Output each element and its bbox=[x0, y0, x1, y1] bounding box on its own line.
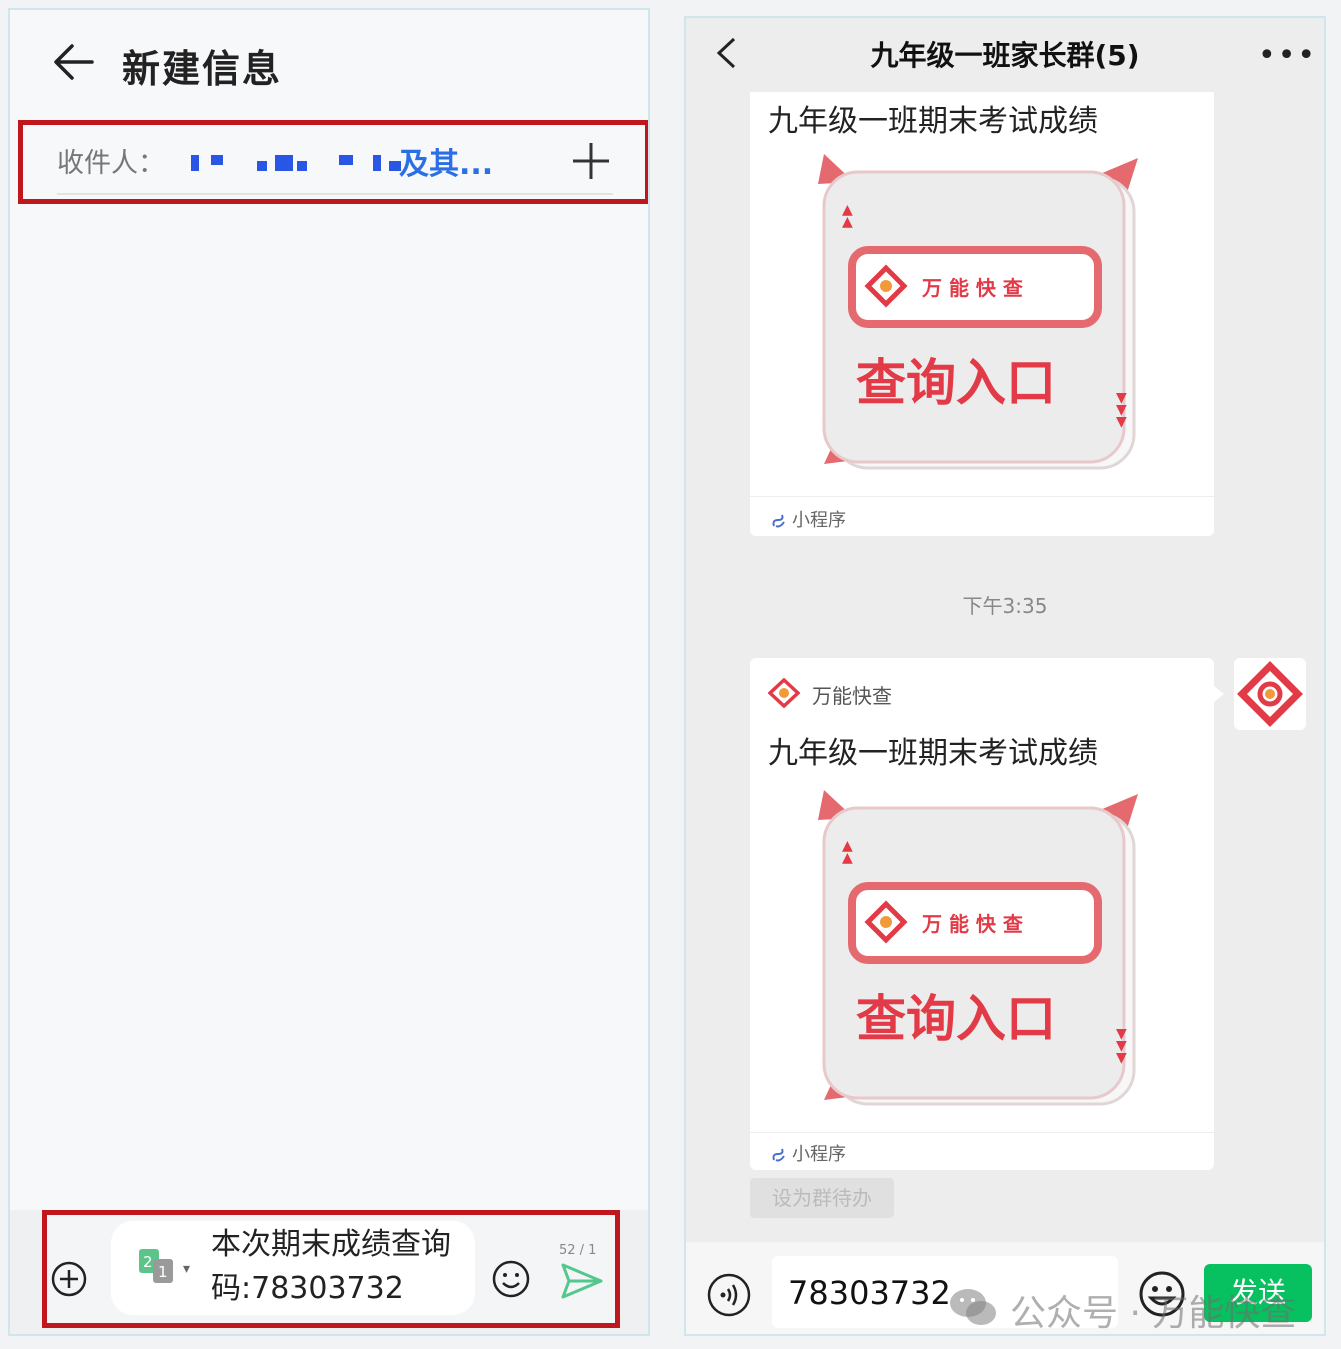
divider bbox=[57, 193, 613, 195]
watermark-text: 公众号 · 万能快查 bbox=[1010, 1293, 1297, 1334]
avatar[interactable] bbox=[1234, 658, 1306, 730]
svg-text:▼: ▼ bbox=[1116, 1050, 1127, 1066]
plus-icon[interactable] bbox=[571, 141, 611, 181]
char-counter: 52 / 1 bbox=[559, 1243, 597, 1258]
sim-card-icon[interactable]: 2 1 bbox=[139, 1249, 175, 1283]
mini-program-card[interactable]: 九年级一班期末考试成绩 ▲ ▲ ▼ ▼ ▼ 万 能 快 查 查询入口 小程序 bbox=[750, 92, 1214, 536]
card-title: 九年级一班期末考试成绩 bbox=[768, 736, 1098, 771]
query-entry-image: ▲ ▲ ▼ ▼ ▼ 万 能 快 查 查询入口 bbox=[818, 154, 1138, 470]
chevron-down-icon[interactable]: ▾ bbox=[183, 1261, 190, 1277]
svg-text:▼: ▼ bbox=[1116, 414, 1127, 430]
wechat-icon bbox=[950, 1289, 996, 1325]
chat-title: 九年级一班家长群(5) bbox=[870, 39, 1140, 72]
mini-program-label: 小程序 bbox=[792, 510, 846, 531]
card-title: 九年级一班期末考试成绩 bbox=[768, 104, 1098, 139]
set-group-todo-button[interactable]: 设为群待办 bbox=[750, 1178, 894, 1218]
mini-program-label: 小程序 bbox=[792, 1144, 846, 1165]
recipient-field[interactable]: 收件人： 及其... bbox=[18, 120, 648, 204]
brand-text: 万 能 快 查 bbox=[921, 276, 1023, 300]
entry-text: 查询入口 bbox=[856, 990, 1056, 1048]
brand-text: 万 能 快 查 bbox=[921, 912, 1023, 936]
query-entry-image: ▲ ▲ ▼ ▼ ▼ 万 能 快 查 查询入口 bbox=[818, 790, 1138, 1106]
mini-program-card[interactable]: 万能快查 九年级一班期末考试成绩 ▲ ▲ ▼ ▼ ▼ 万 能 快 查 查询入口 … bbox=[750, 658, 1214, 1170]
send-icon[interactable] bbox=[561, 1261, 603, 1301]
entry-text: 查询入口 bbox=[856, 354, 1056, 412]
plus-circle-icon[interactable] bbox=[51, 1261, 87, 1297]
mini-program-icon bbox=[772, 514, 785, 528]
bubble-tail bbox=[1214, 686, 1224, 702]
app-logo-icon bbox=[768, 678, 800, 708]
compose-highlight: 2 1 ▾ 本次期末成绩查询码:78303732 52 / 1 bbox=[42, 1210, 620, 1328]
svg-text:2: 2 bbox=[143, 1253, 153, 1271]
svg-text:▲: ▲ bbox=[842, 850, 853, 866]
mini-program-icon bbox=[772, 1148, 785, 1162]
mini-program-tag: 小程序 bbox=[770, 1140, 846, 1166]
recipient-redacted bbox=[191, 155, 401, 173]
back-arrow-icon[interactable] bbox=[52, 40, 96, 84]
sms-compose-panel: 新建信息 收件人： 及其... bbox=[8, 8, 650, 1336]
page-title: 新建信息 bbox=[122, 47, 283, 91]
voice-icon[interactable] bbox=[706, 1272, 752, 1318]
source-name: 万能快查 bbox=[812, 684, 892, 708]
timestamp: 下午3:35 bbox=[962, 594, 1048, 618]
sms-header: 新建信息 bbox=[10, 10, 648, 120]
mini-program-tag: 小程序 bbox=[770, 506, 846, 532]
emoji-icon[interactable] bbox=[491, 1259, 531, 1299]
more-icon[interactable]: ••• bbox=[1258, 38, 1317, 73]
wechat-chat-panel: 九年级一班家长群(5) ••• 九年级一班期末考试成绩 ▲ ▲ ▼ ▼ ▼ 万 … bbox=[684, 16, 1326, 1336]
message-text: 本次期末成绩查询码:78303732 bbox=[211, 1227, 451, 1306]
message-input[interactable]: 2 1 ▾ 本次期末成绩查询码:78303732 bbox=[111, 1221, 475, 1315]
divider bbox=[750, 496, 1214, 497]
recipient-label: 收件人： bbox=[57, 148, 165, 179]
svg-text:1: 1 bbox=[158, 1263, 168, 1281]
recipient-names: 及其... bbox=[399, 147, 494, 182]
chat-header: 九年级一班家长群(5) ••• bbox=[686, 18, 1324, 92]
chat-input-value: 78303732 bbox=[788, 1274, 951, 1312]
svg-text:▲: ▲ bbox=[842, 214, 853, 230]
divider bbox=[750, 1132, 1214, 1133]
